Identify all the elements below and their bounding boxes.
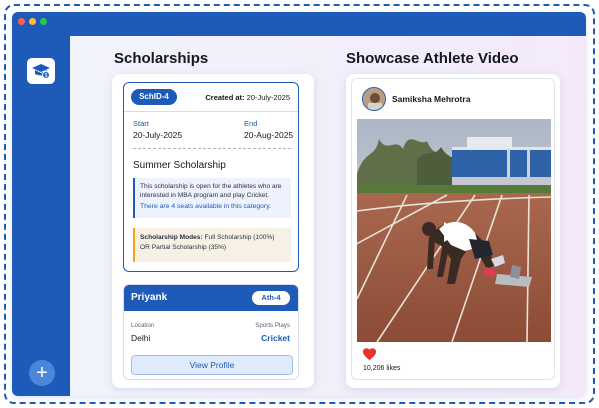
start-date: 20-July-2025: [133, 130, 183, 140]
scholarship-name: Summer Scholarship: [133, 160, 226, 171]
add-button[interactable]: +: [29, 360, 55, 386]
location-label: Location: [131, 322, 155, 329]
modes-label: Scholarship Modes:: [140, 234, 203, 241]
athlete-video[interactable]: [357, 119, 551, 342]
created-at: Created at: 20-July-2025: [205, 93, 290, 102]
scholarship-modes-box: Scholarship Modes: Full Scholarship (100…: [133, 228, 291, 262]
scholarship-cap-icon[interactable]: $: [27, 58, 55, 84]
athlete-name: Priyank: [131, 292, 168, 303]
sidebar: $ +: [12, 36, 70, 396]
showcase-panel: Samiksha Mehrotra 10,206 likes: [346, 74, 560, 388]
athlete-card: Priyank Ath-4 Location Delhi Sports Play…: [123, 284, 299, 380]
scholarship-description: This scholarship is open for the athlete…: [140, 183, 282, 199]
heart-icon[interactable]: [362, 347, 377, 366]
description-box: This scholarship is open for the athlete…: [133, 178, 291, 218]
scholarships-panel: SchID-4 Created at: 20-July-2025 Start 2…: [112, 74, 314, 388]
video-post: Samiksha Mehrotra 10,206 likes: [351, 78, 555, 380]
maximize-window-button[interactable]: [40, 18, 47, 25]
scholarship-card[interactable]: SchID-4 Created at: 20-July-2025 Start 2…: [123, 82, 299, 272]
athlete-id-badge: Ath-4: [252, 291, 290, 305]
title-bar: [12, 12, 586, 36]
main-content: Scholarships Showcase Athlete Video SchI…: [70, 36, 586, 396]
view-profile-button[interactable]: View Profile: [131, 355, 293, 375]
showcase-heading: Showcase Athlete Video: [346, 50, 519, 67]
close-window-button[interactable]: [18, 18, 25, 25]
svg-text:$: $: [45, 73, 48, 79]
dashed-divider: [133, 148, 291, 149]
minimize-window-button[interactable]: [29, 18, 36, 25]
scholarship-id-badge: SchID-4: [131, 89, 177, 105]
end-date: 20-Aug-2025: [244, 130, 294, 140]
sports-value: Cricket: [261, 333, 290, 343]
athlete-card-header: Priyank Ath-4: [124, 285, 298, 311]
like-count: 10,206 likes: [363, 365, 401, 372]
location-value: Delhi: [131, 333, 151, 343]
end-label: End: [244, 119, 258, 128]
start-label: Start: [133, 119, 149, 128]
created-value: 20-July-2025: [246, 93, 290, 102]
app-window: $ + Scholarships Showcase Athlete Video …: [12, 12, 586, 396]
sports-label: Sports Plays: [255, 322, 290, 329]
created-label: Created at:: [205, 93, 245, 102]
seats-available: There are 4 seats available in this cate…: [140, 203, 271, 210]
grass-strip: [357, 185, 551, 193]
scholarships-heading: Scholarships: [114, 50, 209, 67]
avatar[interactable]: [362, 87, 386, 111]
divider: [124, 111, 298, 112]
video-user-name[interactable]: Samiksha Mehrotra: [392, 94, 470, 104]
